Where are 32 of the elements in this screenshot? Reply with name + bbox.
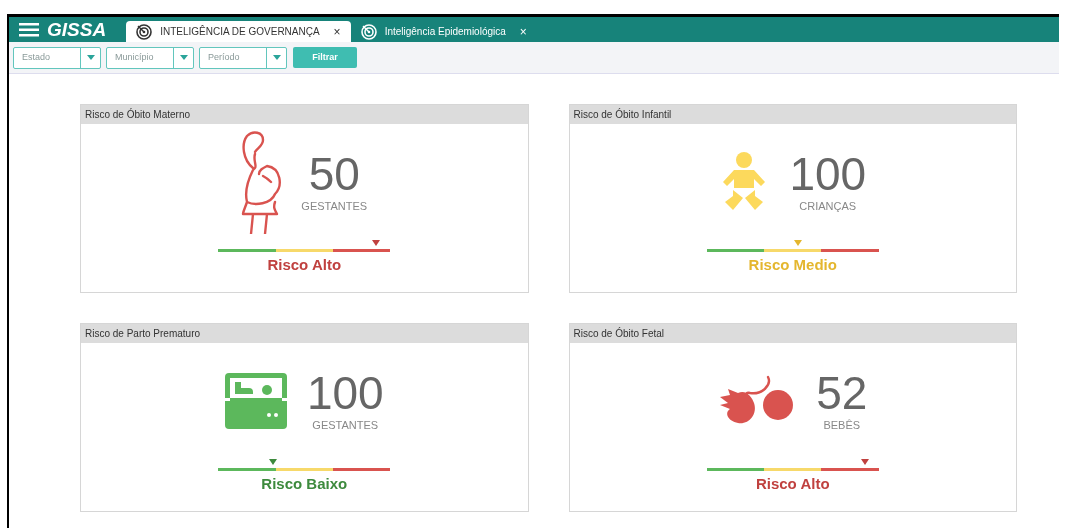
count-value: 100 [306, 368, 384, 417]
select-field[interactable]: Município [106, 46, 194, 69]
count-value: 100 [789, 149, 867, 198]
caret-icon [272, 55, 281, 60]
pregnant-woman-icon [241, 130, 282, 234]
count-unit: BEBÊS [823, 417, 861, 433]
incubator-icon [224, 373, 287, 429]
app-logo: GISSA [47, 20, 107, 39]
card-title: Risco de Óbito Materno [81, 105, 528, 124]
risk-label: Risco Alto [267, 255, 342, 275]
caret-icon [86, 55, 95, 60]
count-value: 52 [816, 368, 868, 417]
target-icon [360, 23, 377, 40]
select-field[interactable]: Estado [13, 46, 101, 69]
close-icon[interactable]: × [333, 22, 341, 41]
count-unit: CRIANÇAS [799, 198, 857, 214]
count-value: 50 [308, 149, 360, 198]
card-title: Risco de Parto Prematuro [81, 324, 528, 343]
caret-icon [179, 55, 188, 60]
risk-label: Risco Medio [748, 255, 837, 275]
card-title: Risco de Óbito Fetal [569, 324, 1016, 343]
risk-label: Risco Alto [755, 474, 830, 494]
risk-label: Risco Baixo [261, 474, 348, 494]
tab[interactable]: Inteligência Epidemiológica × [350, 21, 537, 42]
select-field[interactable]: Período [199, 46, 287, 69]
count-unit: GESTANTES [301, 198, 368, 214]
card-title: Risco de Óbito Infantil [569, 105, 1016, 124]
close-icon[interactable]: × [519, 22, 527, 41]
count-unit: GESTANTES [312, 417, 379, 433]
tab[interactable]: INTELIGÊNCIA DE GOVERNANÇA × [126, 21, 351, 42]
target-icon [136, 23, 153, 40]
menu-icon[interactable] [19, 22, 39, 37]
